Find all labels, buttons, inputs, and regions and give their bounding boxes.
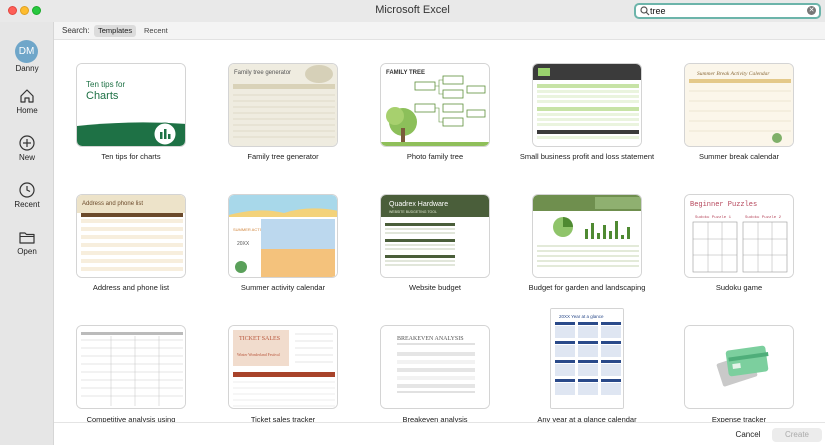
home-icon [20, 89, 34, 103]
thumb-quadrex-subtitle: WEBSITE BUDGETING TOOL [389, 210, 437, 214]
plus-circle-icon [19, 135, 35, 151]
template-thumbnail: Summer Break Activity Calendar [684, 63, 794, 147]
thumb-family-generator-title: Family tree generator [234, 70, 291, 76]
garden-budget-thumbnail-art [533, 195, 641, 277]
thumb-quadrex-title: Quadrex Hardware [389, 201, 448, 208]
template-thumbnail: TICKET SALES Winter Wonderland Festival [228, 325, 338, 409]
template-label: Summer activity calendar [240, 283, 326, 292]
template-label: Family tree generator [247, 152, 319, 161]
template-gallery: Search: Templates Recent Ten tips for Ch… [54, 22, 825, 445]
search-scope-bar: Search: Templates Recent [54, 22, 825, 40]
template-label: Summer break calendar [698, 152, 780, 161]
photo-family-thumbnail-art: FAMILY TREE [381, 64, 489, 146]
thumb-photo-family-title: FAMILY TREE [386, 70, 425, 76]
cancel-button[interactable]: Cancel [726, 428, 770, 442]
template-thumbnail: Address and phone list [76, 194, 186, 278]
sidebar-item-label: Recent [14, 200, 40, 209]
template-thumbnail [532, 194, 642, 278]
competitive-analysis-thumbnail-art [77, 326, 185, 408]
sudoku-thumbnail-art: Beginner Puzzles Sudoku Puzzle 1 Sudoku … [685, 195, 793, 277]
template-thumbnail: Ten tips for Charts [76, 63, 186, 147]
sidebar-item-label: Open [17, 247, 37, 256]
search-box[interactable]: ✕ [634, 3, 821, 19]
template-label: Address and phone list [92, 283, 170, 292]
template-thumbnail: BREAKEVEN ANALYSIS [380, 325, 490, 409]
sidebar-item-home[interactable]: Home [0, 88, 54, 115]
create-button[interactable]: Create [772, 428, 822, 442]
clock-icon [19, 182, 35, 198]
template-label: Website budget [409, 283, 461, 292]
template-label: Sudoku game [715, 283, 763, 292]
template-thumbnail [684, 325, 794, 409]
thumb-ticket-subtitle: Winter Wonderland Festival [237, 353, 280, 357]
template-label: Ten tips for charts [101, 152, 161, 161]
scope-templates-button[interactable]: Templates [94, 25, 137, 37]
summer-activity-thumbnail-art: SUMMER ACTIVITY CALENDAR 20XX [229, 195, 337, 277]
thumb-sudoku-title: Beginner Puzzles [690, 201, 757, 209]
address-list-thumbnail-art: Address and phone list [77, 195, 185, 277]
template-thumbnail: SUMMER ACTIVITY CALENDAR 20XX [228, 194, 338, 278]
sidebar: DM Danny Home New Recent Open [0, 22, 54, 445]
thumb-summer-activity-year: 20XX [237, 241, 250, 247]
search-input[interactable] [650, 5, 800, 17]
sidebar-item-label: New [18, 153, 35, 162]
breakeven-thumbnail-art: BREAKEVEN ANALYSIS [381, 326, 489, 408]
thumb-summer-break-title: Summer Break Activity Calendar [697, 71, 770, 77]
thumb-year-glance-title: 20XX Year at a glance [559, 314, 604, 319]
ticket-sales-thumbnail-art: TICKET SALES Winter Wonderland Festival [229, 326, 337, 408]
search-scope-label: Search: [62, 26, 90, 35]
thumb-charts-line1: Ten tips for [86, 80, 125, 89]
title-bar: Microsoft Excel ✕ [0, 0, 825, 22]
template-thumbnail: Quadrex Hardware WEBSITE BUDGETING TOOL [380, 194, 490, 278]
template-thumbnail [532, 63, 642, 147]
template-thumbnail: Family tree generator [228, 63, 338, 147]
folder-icon [19, 232, 35, 244]
template-thumbnail [76, 325, 186, 409]
excel-window: Microsoft Excel ✕ DM Danny Home New [0, 0, 825, 445]
template-label: Small business profit and loss statement [519, 152, 655, 161]
thumb-charts-line2: Charts [86, 90, 119, 102]
thumb-sudoku-p2: Sudoku Puzzle 2 [745, 215, 782, 220]
clear-icon[interactable]: ✕ [807, 6, 816, 15]
family-generator-thumbnail-art: Family tree generator [229, 64, 337, 146]
thumb-ticket-title: TICKET SALES [239, 336, 280, 342]
template-thumbnail: 20XX Year at a glance [550, 308, 624, 409]
sidebar-item-label: Home [16, 106, 38, 115]
profit-loss-thumbnail-art [533, 64, 641, 146]
thumb-sudoku-p1: Sudoku Puzzle 1 [695, 215, 732, 220]
dialog-footer: Cancel Create [54, 422, 825, 445]
search-icon [640, 6, 650, 16]
year-glance-thumbnail-art: 20XX Year at a glance [551, 309, 623, 408]
expense-tracker-thumbnail-art [685, 326, 793, 408]
thumb-breakeven-title: BREAKEVEN ANALYSIS [397, 336, 464, 342]
template-label: Budget for garden and landscaping [528, 283, 646, 292]
template-label: Photo family tree [406, 152, 464, 161]
gallery-scrollbar[interactable] [816, 41, 824, 422]
user-name: Danny [15, 64, 39, 73]
template-thumbnail: Beginner Puzzles Sudoku Puzzle 1 Sudoku … [684, 194, 794, 278]
sidebar-item-open[interactable]: Open [0, 229, 54, 256]
sidebar-item-new[interactable]: New [0, 135, 54, 162]
summer-break-thumbnail-art: Summer Break Activity Calendar [685, 64, 793, 146]
template-thumbnail: FAMILY TREE [380, 63, 490, 147]
scope-recent-button[interactable]: Recent [140, 25, 172, 37]
website-budget-thumbnail-art: Quadrex Hardware WEBSITE BUDGETING TOOL [381, 195, 489, 277]
charts-thumbnail-art: Ten tips for Charts [77, 64, 185, 146]
sidebar-item-recent[interactable]: Recent [0, 182, 54, 209]
thumb-address-title: Address and phone list [82, 201, 143, 207]
avatar[interactable]: DM [15, 40, 38, 63]
